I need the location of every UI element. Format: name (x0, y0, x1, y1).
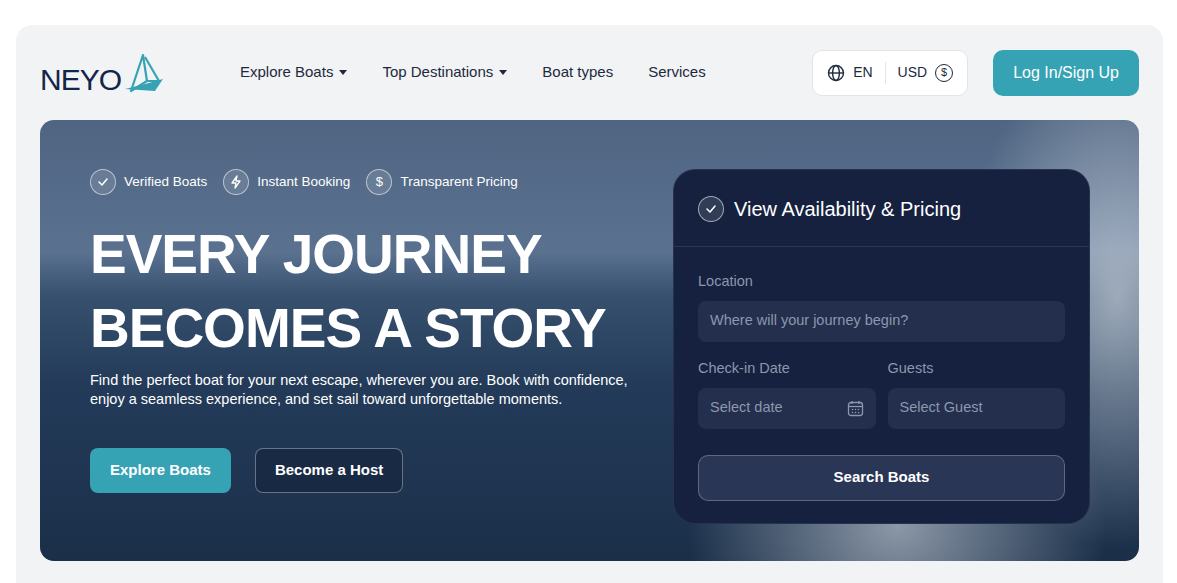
location-label: Location (698, 271, 1065, 293)
title-line: EVERY JOURNEY (90, 217, 630, 291)
nav-links: Explore Boats Top Destinations Boat types S… (240, 61, 706, 84)
currency-symbol: $ (935, 64, 953, 82)
page-shell: NEYO Explore Boats Top Destinations Boat ty… (16, 25, 1163, 583)
feature-badge: Verified Boats (90, 169, 207, 195)
dollar-glyph: $ (376, 172, 383, 192)
calendar-icon (847, 400, 864, 417)
divider (885, 62, 886, 84)
logo[interactable]: NEYO (40, 51, 165, 95)
hero-buttons: Explore Boats Become a Host (90, 448, 630, 493)
caret-down-icon (339, 70, 347, 75)
currency-label: USD (898, 62, 928, 83)
date-guest-row: Check-in Date Guests (698, 358, 1065, 429)
date-wrapper (698, 388, 876, 429)
top-nav: NEYO Explore Boats Top Destinations Boat ty… (40, 25, 1139, 120)
checkin-input[interactable] (698, 388, 876, 429)
hero-title: EVERY JOURNEYBECOMES A STORY (90, 217, 630, 365)
language-select[interactable]: EN (827, 62, 872, 83)
guests-field: Guests (888, 358, 1066, 429)
hero-content: Verified Boats Instant Booking $ Transparen… (90, 169, 630, 521)
bolt-icon (223, 169, 249, 195)
feature-label: Verified Boats (124, 172, 207, 192)
booking-header: View Availability & Pricing (674, 170, 1089, 247)
check-glyph-icon (704, 202, 718, 216)
currency-select[interactable]: USD $ (898, 62, 954, 83)
guests-input[interactable] (888, 388, 1066, 429)
feature-badge: $ Transparent Pricing (366, 169, 517, 195)
check-icon (698, 196, 724, 222)
logo-text: NEYO (40, 65, 121, 95)
nav-label: Services (648, 61, 706, 84)
hero-description: Find the perfect boat for your next esca… (90, 371, 630, 408)
globe-icon (827, 64, 845, 82)
nav-link[interactable]: Explore Boats (240, 61, 347, 84)
feature-label: Transparent Pricing (400, 172, 517, 192)
nav-label: Top Destinations (382, 61, 493, 84)
bolt-glyph-icon (229, 175, 243, 189)
feature-badge: Instant Booking (223, 169, 350, 195)
checkin-label: Check-in Date (698, 358, 876, 380)
nav-label: Explore Boats (240, 61, 333, 84)
title-line: BECOMES A STORY (90, 291, 630, 365)
feature-badges: Verified Boats Instant Booking $ Transparen… (90, 169, 630, 195)
nav-link[interactable]: Boat types (542, 61, 613, 84)
nav-link[interactable]: Top Destinations (382, 61, 507, 84)
search-boats-button[interactable]: Search Boats (698, 455, 1065, 501)
hero-banner: Verified Boats Instant Booking $ Transparen… (40, 120, 1139, 561)
explore-boats-button[interactable]: Explore Boats (90, 448, 231, 493)
become-host-button[interactable]: Become a Host (255, 448, 403, 493)
locale-switcher[interactable]: EN USD $ (812, 50, 968, 96)
check-glyph-icon (96, 175, 110, 189)
sail-logo-icon (121, 51, 165, 95)
feature-label: Instant Booking (257, 172, 350, 192)
nav-link[interactable]: Services (648, 61, 706, 84)
checkin-field: Check-in Date (698, 358, 876, 429)
booking-title: View Availability & Pricing (734, 194, 961, 224)
booking-form: Location Check-in Date Guests Search Boats (674, 247, 1089, 523)
dollar-icon: $ (366, 169, 392, 195)
login-button[interactable]: Log In/Sign Up (993, 50, 1139, 96)
guests-label: Guests (888, 358, 1066, 380)
language-label: EN (853, 62, 872, 83)
location-input[interactable] (698, 301, 1065, 342)
nav-label: Boat types (542, 61, 613, 84)
nav-right: EN USD $ Log In/Sign Up (812, 50, 1139, 96)
booking-card: View Availability & Pricing Location Check… (673, 169, 1090, 524)
check-icon (90, 169, 116, 195)
caret-down-icon (499, 70, 507, 75)
